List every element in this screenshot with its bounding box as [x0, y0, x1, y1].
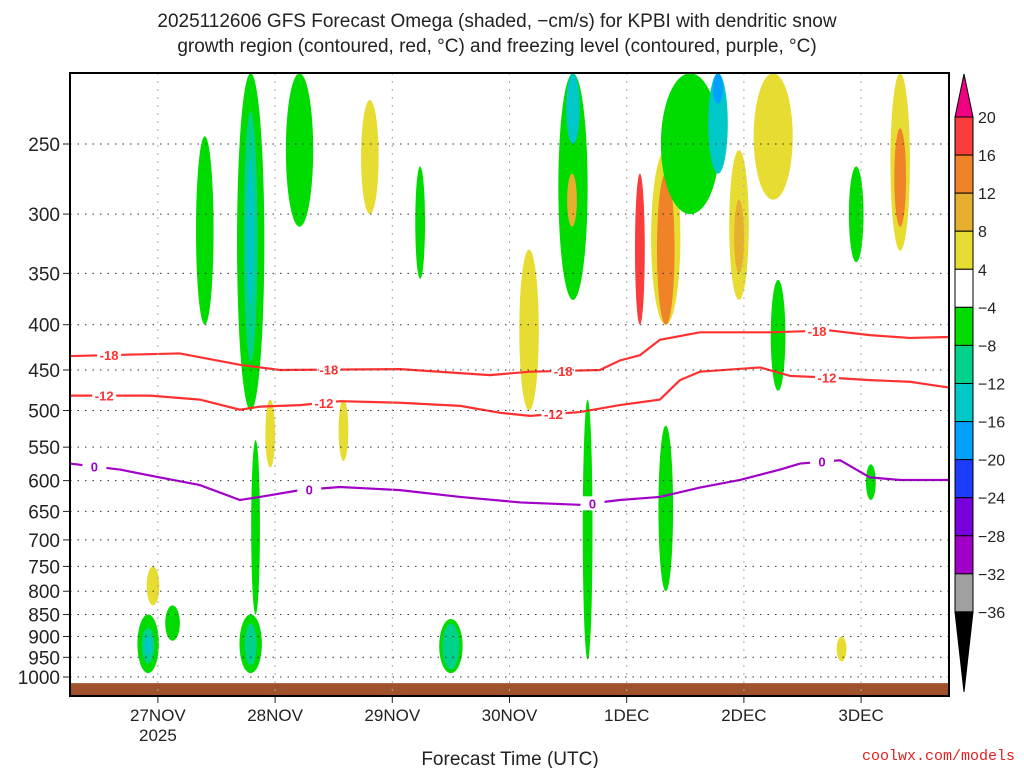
colorbar-label: 8: [978, 224, 987, 241]
omega-region: [442, 623, 460, 670]
contour-label: -12: [315, 396, 334, 411]
colorbar-label: −32: [978, 567, 1005, 584]
omega-region: [567, 173, 577, 227]
x-tick-label: 28NOV: [247, 706, 303, 725]
colorbar-box: [954, 268, 974, 308]
omega-region: [361, 100, 379, 215]
chart-title-line-1: 2025112606 GFS Forecast Omega (shaded, −…: [157, 11, 837, 32]
credit-text: coolwx.com/models: [862, 748, 1015, 765]
colorbar: 20 16 12 8 4 −4 −8 −12 −16 −20 −24 −28 −32 −36: [954, 73, 1005, 693]
colorbar-label: −12: [978, 376, 1005, 393]
omega-region: [865, 464, 876, 500]
y-tick-label: 900: [28, 628, 60, 649]
colorbar-box: [954, 344, 974, 384]
x-tick-label: 29NOV: [364, 706, 420, 725]
contour-label: -12: [818, 370, 837, 385]
y-tick-label: 850: [28, 606, 60, 627]
contour-label: -18: [319, 363, 338, 378]
colorbar-box: [954, 192, 974, 232]
omega-region: [415, 166, 426, 279]
colorbar-box: [954, 154, 974, 194]
omega-region: [251, 440, 260, 615]
colorbar-over-arrow: [954, 73, 974, 118]
colorbar-label: −16: [978, 415, 1005, 432]
colorbar-label: 12: [978, 186, 996, 203]
y-tick-label: 350: [28, 264, 60, 285]
colorbar-label: −8: [978, 338, 996, 355]
contour-label: -18: [554, 364, 573, 379]
y-tick-label: 950: [28, 648, 60, 669]
contour-label: 0: [91, 460, 98, 475]
y-tick-label: 250: [28, 135, 60, 156]
x-tick-label: 1DEC: [604, 706, 649, 725]
chart-title-line-2: growth region (contoured, red, °C) and f…: [177, 36, 816, 57]
colorbar-box: [954, 382, 974, 423]
x-axis-label: Forecast Time (UTC): [421, 749, 598, 768]
colorbar-label: 16: [978, 148, 996, 165]
x-tick-label: 3DEC: [838, 706, 883, 725]
contour-label: 0: [306, 482, 313, 497]
omega-time-height-chart: 2025112606 GFS Forecast Omega (shaded, −…: [18, 11, 1015, 768]
colorbar-box: [954, 573, 974, 613]
y-tick-label: 1000: [18, 668, 60, 689]
y-tick-label: 550: [28, 438, 60, 459]
colorbar-box: [954, 421, 974, 461]
omega-region: [635, 173, 645, 325]
y-tick-label: 800: [28, 582, 60, 603]
contour-label: -12: [95, 389, 114, 404]
y-tick-label: 700: [28, 531, 60, 552]
omega-region: [566, 73, 580, 144]
x-tick-label: 30NOV: [482, 706, 538, 725]
colorbar-label: 4: [978, 262, 987, 279]
omega-region: [836, 636, 847, 662]
omega-region: [165, 605, 180, 641]
omega-region: [894, 128, 907, 227]
contour-label: -18: [100, 348, 119, 363]
y-tick-label: 600: [28, 472, 60, 493]
y-tick-label: 500: [28, 402, 60, 423]
omega-region: [265, 399, 276, 468]
omega-region: [247, 159, 255, 305]
omega-region: [338, 399, 349, 461]
colorbar-box: [954, 230, 974, 270]
colorbar-box: [954, 535, 974, 575]
omega-region: [582, 399, 593, 660]
contour-label: 0: [589, 496, 596, 511]
colorbar-label: −36: [978, 605, 1005, 622]
omega-region: [244, 623, 257, 666]
y-tick-label: 650: [28, 502, 60, 523]
colorbar-box: [954, 116, 974, 156]
x-tick-label: 2DEC: [721, 706, 766, 725]
contour-0: 0 0 0 0: [69, 454, 949, 511]
x-tick-sublabel: 2025: [139, 726, 177, 745]
omega-region: [734, 199, 744, 274]
omega-region: [195, 136, 214, 325]
colorbar-label: 20: [978, 110, 996, 127]
x-tick-label: 27NOV: [130, 706, 186, 725]
colorbar-box: [954, 306, 974, 346]
y-tick-label: 300: [28, 205, 60, 226]
omega-region: [713, 73, 723, 104]
colorbar-under-arrow: [954, 611, 974, 693]
y-tick-label: 400: [28, 316, 60, 337]
colorbar-label: −28: [978, 529, 1005, 546]
contour-label: 0: [818, 455, 825, 470]
contour-label: -12: [544, 407, 563, 422]
colorbar-label: −20: [978, 453, 1005, 470]
omega-region: [285, 73, 314, 227]
colorbar-box: [954, 459, 974, 499]
colorbar-box: [954, 497, 974, 537]
y-tick-label: 450: [28, 361, 60, 382]
omega-region: [753, 73, 793, 200]
contour-label: -18: [808, 324, 827, 339]
y-tick-label: 750: [28, 557, 60, 578]
colorbar-label: −4: [978, 300, 996, 317]
omega-region: [144, 636, 152, 656]
colorbar-label: −24: [978, 491, 1005, 508]
